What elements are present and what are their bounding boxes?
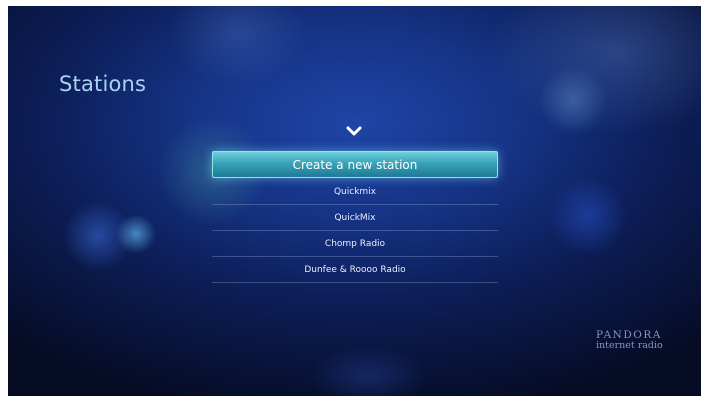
pandora-logo: PANDORA internet radio — [596, 329, 663, 352]
chevron-up-icon[interactable] — [343, 123, 365, 139]
station-list: Create a new station Quickmix QuickMix C… — [212, 151, 498, 283]
station-item[interactable]: Quickmix — [212, 179, 498, 205]
background-bokeh — [308, 346, 428, 396]
station-item[interactable]: QuickMix — [212, 205, 498, 231]
background-bokeh — [548, 176, 628, 256]
background-bokeh — [168, 6, 308, 86]
station-item[interactable]: Chomp Radio — [212, 231, 498, 257]
page-title: Stations — [59, 72, 147, 96]
background-bokeh — [488, 6, 701, 136]
background-bokeh — [116, 214, 156, 254]
station-item[interactable]: Dunfee & Roooo Radio — [212, 257, 498, 283]
background-bokeh — [63, 201, 133, 271]
create-station-button[interactable]: Create a new station — [212, 151, 498, 178]
background-bokeh — [538, 66, 608, 136]
media-player-screen: Stations Create a new station Quickmix Q… — [8, 6, 701, 396]
pandora-logo-subtitle: internet radio — [596, 340, 663, 352]
